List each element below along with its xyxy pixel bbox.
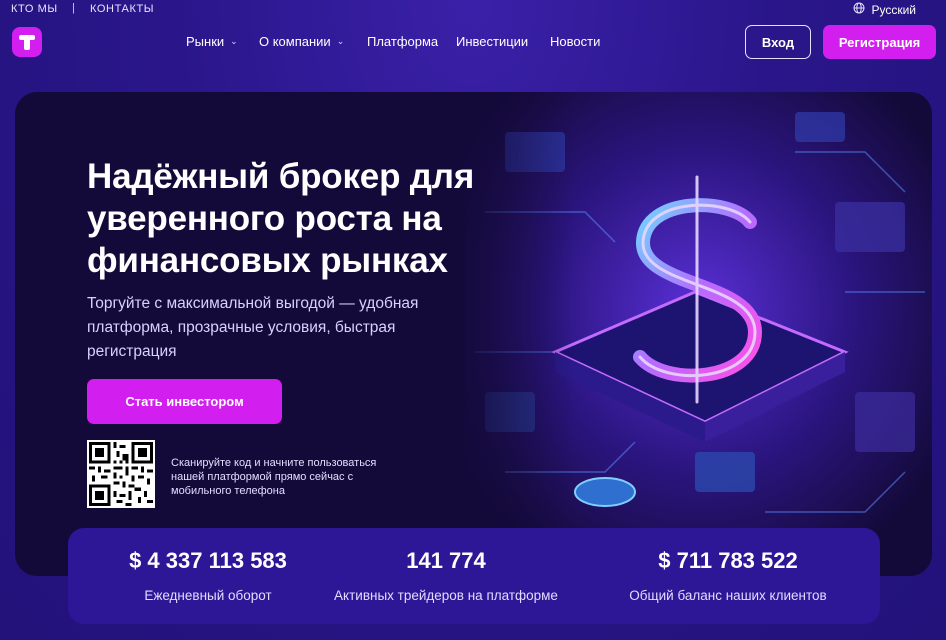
- about-link[interactable]: КТО МЫ: [11, 3, 58, 15]
- t-logo-icon[interactable]: [12, 27, 42, 57]
- language-selector[interactable]: Русский: [853, 2, 916, 17]
- nav-platform-label: Платформа: [367, 34, 439, 49]
- nav-investments[interactable]: Инвестиции: [456, 34, 528, 49]
- language-label: Русский: [871, 2, 916, 17]
- nav-platform[interactable]: Платформа: [367, 34, 438, 49]
- contacts-link[interactable]: КОНТАКТЫ: [90, 3, 154, 15]
- stats-bar: $ 4 337 113 583 Ежедневный оборот 141 77…: [68, 528, 880, 624]
- register-button[interactable]: Регистрация: [823, 25, 936, 59]
- stat-value: $ 711 783 522: [658, 548, 798, 573]
- stat-active-traders: 141 774 Активных трейдеров на платформе: [321, 548, 571, 603]
- chevron-down-icon: ⌄: [336, 36, 345, 46]
- stat-value: $ 4 337 113 583: [129, 548, 287, 573]
- topbar-separator: |: [72, 2, 75, 14]
- qr-caption: Сканируйте код и начните пользоваться на…: [171, 457, 377, 497]
- stat-daily-turnover: $ 4 337 113 583 Ежедневный оборот: [108, 548, 308, 603]
- hero-card: Надёжный брокер для уверенного роста на …: [15, 92, 932, 576]
- top-utility-bar: КТО МЫ | КОНТАКТЫ Русский: [0, 0, 946, 18]
- login-button[interactable]: Вход: [745, 25, 811, 59]
- nav-company-label: О компании: [259, 34, 331, 49]
- hero-title: Надёжный брокер для уверенного роста на …: [87, 157, 475, 280]
- qr-code-icon: [87, 440, 155, 508]
- chevron-down-icon: ⌄: [230, 36, 238, 46]
- nav-company[interactable]: О компании ⌄: [259, 34, 344, 49]
- stat-label: Активных трейдеров на платформе: [334, 588, 558, 603]
- stat-label: Ежедневный оборот: [144, 588, 272, 603]
- nav-news[interactable]: Новости: [550, 34, 600, 49]
- become-investor-button[interactable]: Стать инвестором: [87, 379, 282, 424]
- stat-clients-balance: $ 711 783 522 Общий баланс наших клиенто…: [598, 548, 858, 603]
- stat-value: 141 774: [406, 548, 486, 573]
- nav-investments-label: Инвестиции: [456, 34, 529, 49]
- nav-markets-label: Рынки: [186, 34, 225, 49]
- globe-icon: [853, 2, 865, 17]
- hero-subtitle: Торгуйте с максимальной выгодой — удобна…: [87, 295, 419, 360]
- nav-markets[interactable]: Рынки ⌄: [186, 34, 238, 49]
- nav-news-label: Новости: [550, 34, 601, 49]
- stat-label: Общий баланс наших клиентов: [629, 588, 827, 603]
